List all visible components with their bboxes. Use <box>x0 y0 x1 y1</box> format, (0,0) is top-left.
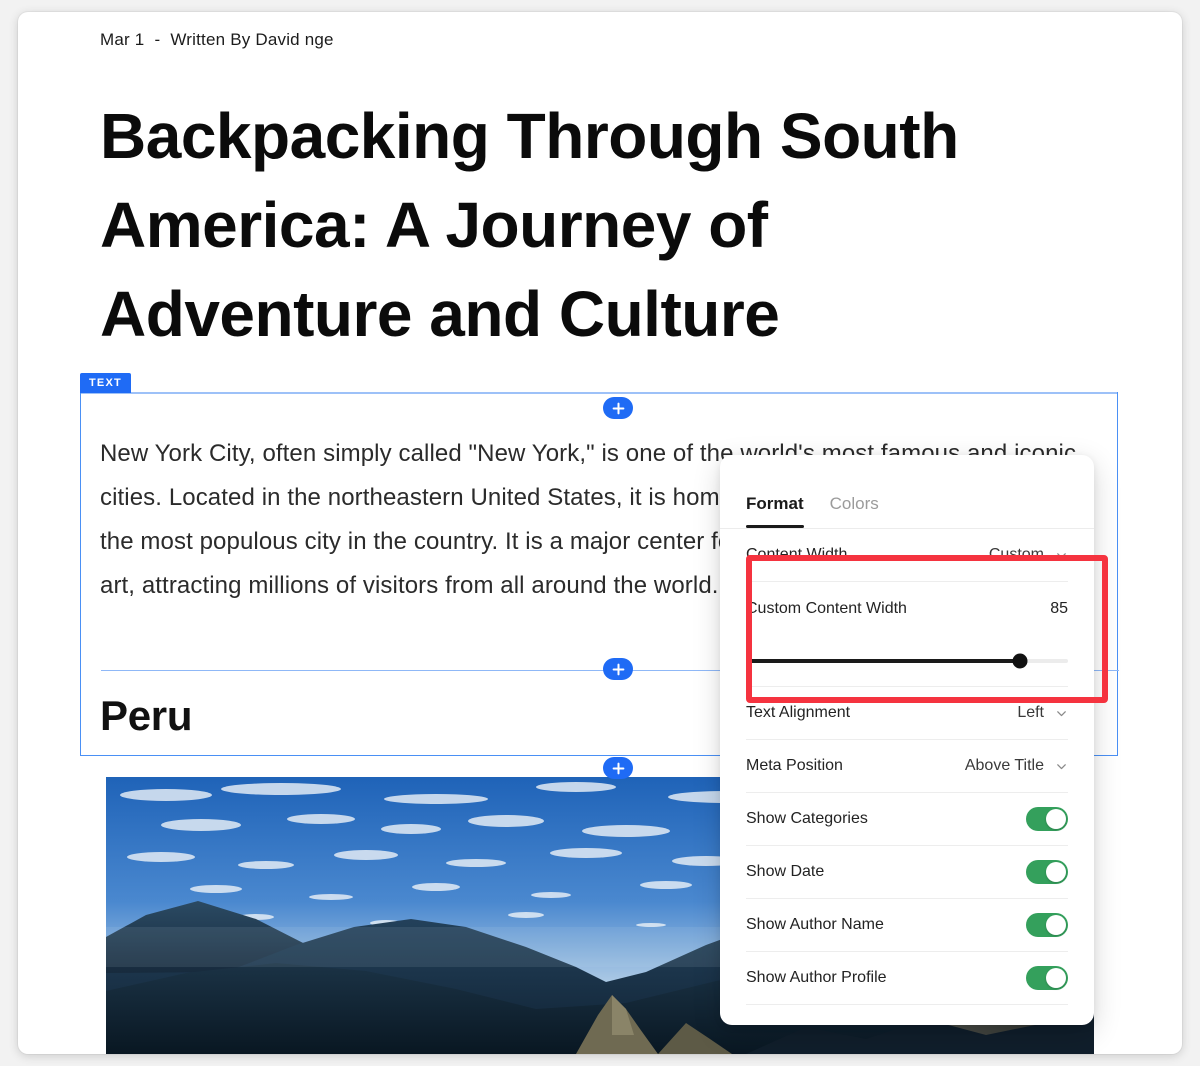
insert-block-button-bottom[interactable] <box>603 757 633 779</box>
setting-value-content-width[interactable]: Custom <box>989 546 1068 564</box>
setting-row-show-author-name[interactable]: Show Author Name <box>746 899 1068 952</box>
panel-settings-list: Content Width Custom Custom Content Widt… <box>720 529 1094 1005</box>
setting-label-meta-position: Meta Position <box>746 757 843 774</box>
panel-tab-bar: Format Colors <box>720 455 1094 529</box>
tab-format[interactable]: Format <box>746 494 804 528</box>
toggle-show-author-profile[interactable] <box>1026 966 1068 990</box>
setting-label-custom-content-width: Custom Content Width <box>746 599 907 617</box>
screenshot-root: Mar 1- Written By David nge Backpacking T… <box>0 0 1200 1066</box>
plus-icon <box>612 762 625 775</box>
text-alignment-selected-value: Left <box>1017 704 1044 721</box>
content-width-selected-value: Custom <box>988 546 1044 563</box>
toggle-show-date[interactable] <box>1026 860 1068 884</box>
setting-row-show-date[interactable]: Show Date <box>746 846 1068 899</box>
toggle-knob <box>1046 862 1066 882</box>
chevron-down-icon <box>1057 710 1066 716</box>
setting-value-text-alignment[interactable]: Left <box>1017 704 1068 722</box>
block-top-guide <box>81 392 1117 394</box>
toggle-knob <box>1046 968 1066 988</box>
setting-row-content-width-slider[interactable] <box>746 635 1068 687</box>
block-type-badge: TEXT <box>80 373 131 393</box>
section-heading-peru[interactable]: Peru <box>100 692 192 740</box>
meta-position-selected-value: Above Title <box>964 757 1044 774</box>
page-card: Mar 1- Written By David nge Backpacking T… <box>18 12 1182 1054</box>
block-settings-panel: Format Colors Content Width Custom Custo… <box>720 455 1094 1025</box>
chevron-down-icon <box>1057 763 1066 769</box>
setting-row-text-alignment[interactable]: Text Alignment Left <box>746 687 1068 740</box>
tab-colors[interactable]: Colors <box>830 494 879 528</box>
setting-label-content-width: Content Width <box>746 546 848 563</box>
insert-block-button-top[interactable] <box>603 397 633 419</box>
setting-label-show-date: Show Date <box>746 863 825 880</box>
content-width-slider[interactable] <box>746 653 1068 668</box>
article-byline: Written By David nge <box>170 30 334 49</box>
insert-block-button-middle[interactable] <box>603 658 633 680</box>
setting-row-show-categories[interactable]: Show Categories <box>746 793 1068 846</box>
custom-content-width-value[interactable]: 85 <box>1050 600 1068 618</box>
toggle-knob <box>1046 809 1066 829</box>
setting-label-show-categories: Show Categories <box>746 810 868 827</box>
setting-label-show-author-name: Show Author Name <box>746 916 884 933</box>
slider-thumb[interactable] <box>1012 653 1028 668</box>
toggle-show-categories[interactable] <box>1026 807 1068 831</box>
article-date: Mar 1 <box>100 30 145 49</box>
article-meta: Mar 1- Written By David nge <box>100 30 334 50</box>
setting-label-show-author-profile: Show Author Profile <box>746 969 887 986</box>
setting-value-meta-position[interactable]: Above Title <box>965 757 1068 775</box>
meta-separator: - <box>154 30 161 49</box>
setting-row-custom-content-width[interactable]: Custom Content Width 85 <box>746 582 1068 635</box>
setting-row-meta-position[interactable]: Meta Position Above Title <box>746 740 1068 793</box>
toggle-show-author-name[interactable] <box>1026 913 1068 937</box>
chevron-down-icon <box>1057 552 1066 558</box>
plus-icon <box>612 663 625 676</box>
setting-label-text-alignment: Text Alignment <box>746 704 851 721</box>
plus-icon <box>612 402 625 415</box>
slider-filled-track <box>746 658 1020 663</box>
toggle-knob <box>1046 915 1066 935</box>
page-title: Backpacking Through South America: A Jou… <box>100 100 959 350</box>
setting-row-show-author-profile[interactable]: Show Author Profile <box>746 952 1068 1005</box>
setting-row-content-width[interactable]: Content Width Custom <box>746 529 1068 582</box>
